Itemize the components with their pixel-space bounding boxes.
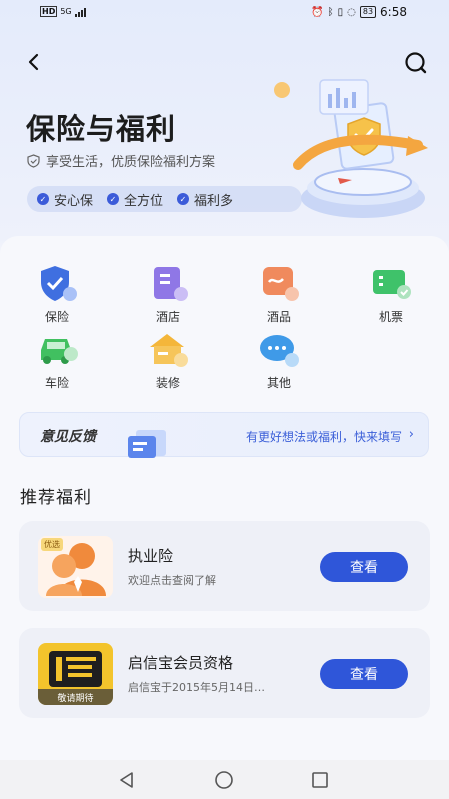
- category-other[interactable]: 其他: [244, 330, 314, 391]
- item-description: 欢迎点击查阅了解: [128, 574, 216, 587]
- item-name: 启信宝会员资格: [128, 654, 234, 672]
- feature-tag-label: 全方位: [124, 193, 164, 209]
- recommend-item[interactable]: 敬请期待 启信宝会员资格 启信宝于2015年5月14日… 查看: [19, 628, 430, 718]
- recommend-item[interactable]: 优选 执业险 欢迎点击查阅了解 查看: [19, 521, 430, 611]
- car-icon: [41, 339, 78, 364]
- feedback-title: 意见反馈: [40, 429, 96, 445]
- category-ticket[interactable]: 机票: [356, 264, 426, 325]
- feature-tag: ✓ 福利多: [177, 190, 233, 209]
- coming-soon-badge: 敬请期待: [38, 689, 113, 705]
- wine-icon: [263, 267, 299, 301]
- feature-tags: ✓ 安心保 ✓ 全方位 ✓ 福利多: [27, 186, 302, 212]
- check-icon: ✓: [177, 193, 190, 205]
- nfc-icon: ◌: [347, 6, 356, 18]
- feature-tag: ✓ 全方位: [107, 190, 163, 209]
- page-subtitle: 享受生活，优质保险福利方案: [27, 151, 215, 170]
- main-content: 保险 酒店 酒品 机票 车险 装修 其他 意见反馈 有更好想法或福利，快来填写 …: [0, 236, 449, 766]
- feedback-banner[interactable]: 意见反馈 有更好想法或福利，快来填写 ›: [19, 412, 429, 458]
- product-thumbnail: 敬请期待: [38, 643, 113, 705]
- shield-icon: [41, 266, 77, 301]
- item-description: 启信宝于2015年5月14日…: [128, 681, 265, 694]
- category-renovation[interactable]: 装修: [133, 330, 203, 391]
- view-button[interactable]: 查看: [320, 659, 408, 689]
- back-button[interactable]: [22, 50, 46, 74]
- alarm-icon: ⏰: [311, 6, 324, 18]
- status-bar: HD 5G ⏰ ᛒ ▯ ◌ 83 6:58: [0, 0, 449, 26]
- chevron-right-icon: ›: [408, 427, 414, 442]
- nav-recent-button[interactable]: [309, 769, 331, 791]
- shield-check-icon: [27, 153, 40, 168]
- category-label: 装修: [155, 376, 180, 390]
- category-wine[interactable]: 酒品: [244, 264, 314, 325]
- category-hotel[interactable]: 酒店: [133, 264, 203, 325]
- section-title: 推荐福利: [20, 488, 92, 508]
- battery-icon: 83: [359, 6, 377, 18]
- clock: 6:58: [380, 5, 407, 19]
- category-label: 保险: [44, 310, 69, 324]
- category-label: 酒品: [266, 310, 291, 324]
- chevron-left-icon: [28, 53, 39, 71]
- nav-back-button[interactable]: [116, 769, 138, 791]
- page-title: 保险与福利: [26, 112, 177, 146]
- feature-tag-label: 安心保: [54, 193, 94, 209]
- category-label: 车险: [44, 376, 69, 390]
- subtitle-text: 享受生活，优质保险福利方案: [46, 155, 216, 170]
- feedback-link[interactable]: 有更好想法或福利，快来填写: [246, 428, 402, 445]
- system-nav-bar: [0, 760, 449, 799]
- feature-tag-label: 福利多: [194, 193, 234, 209]
- check-icon: ✓: [107, 193, 120, 205]
- battery-level: 83: [362, 7, 374, 16]
- ticket-icon: [373, 270, 411, 299]
- check-icon: ✓: [37, 193, 49, 205]
- category-label: 机票: [378, 310, 403, 324]
- bluetooth-icon: ᛒ: [327, 6, 334, 18]
- category-label: 酒店: [155, 310, 180, 324]
- screen: HD 5G ⏰ ᛒ ▯ ◌ 83 6:58 保险与福利 享受生活，优质保险福利方…: [0, 0, 449, 799]
- featured-badge: 优选: [41, 538, 63, 551]
- feature-tag: ✓ 安心保: [37, 190, 93, 209]
- house-icon: [150, 334, 188, 367]
- hotel-icon: [154, 267, 188, 301]
- category-car-insurance[interactable]: 车险: [22, 330, 92, 391]
- signal-type: 5G: [60, 7, 72, 16]
- document-icon: [128, 430, 166, 458]
- item-name: 执业险: [128, 547, 174, 565]
- insurance-hero-illustration: [274, 79, 428, 218]
- chat-bubble-icon: [260, 335, 299, 367]
- signal-bars-icon: [74, 7, 86, 17]
- category-insurance[interactable]: 保险: [22, 264, 92, 325]
- network-type: HD: [40, 6, 58, 17]
- product-thumbnail: 优选: [38, 536, 113, 598]
- view-button[interactable]: 查看: [320, 552, 408, 582]
- vibrate-icon: ▯: [337, 6, 344, 18]
- nav-home-button[interactable]: [213, 769, 235, 791]
- category-label: 其他: [266, 376, 291, 390]
